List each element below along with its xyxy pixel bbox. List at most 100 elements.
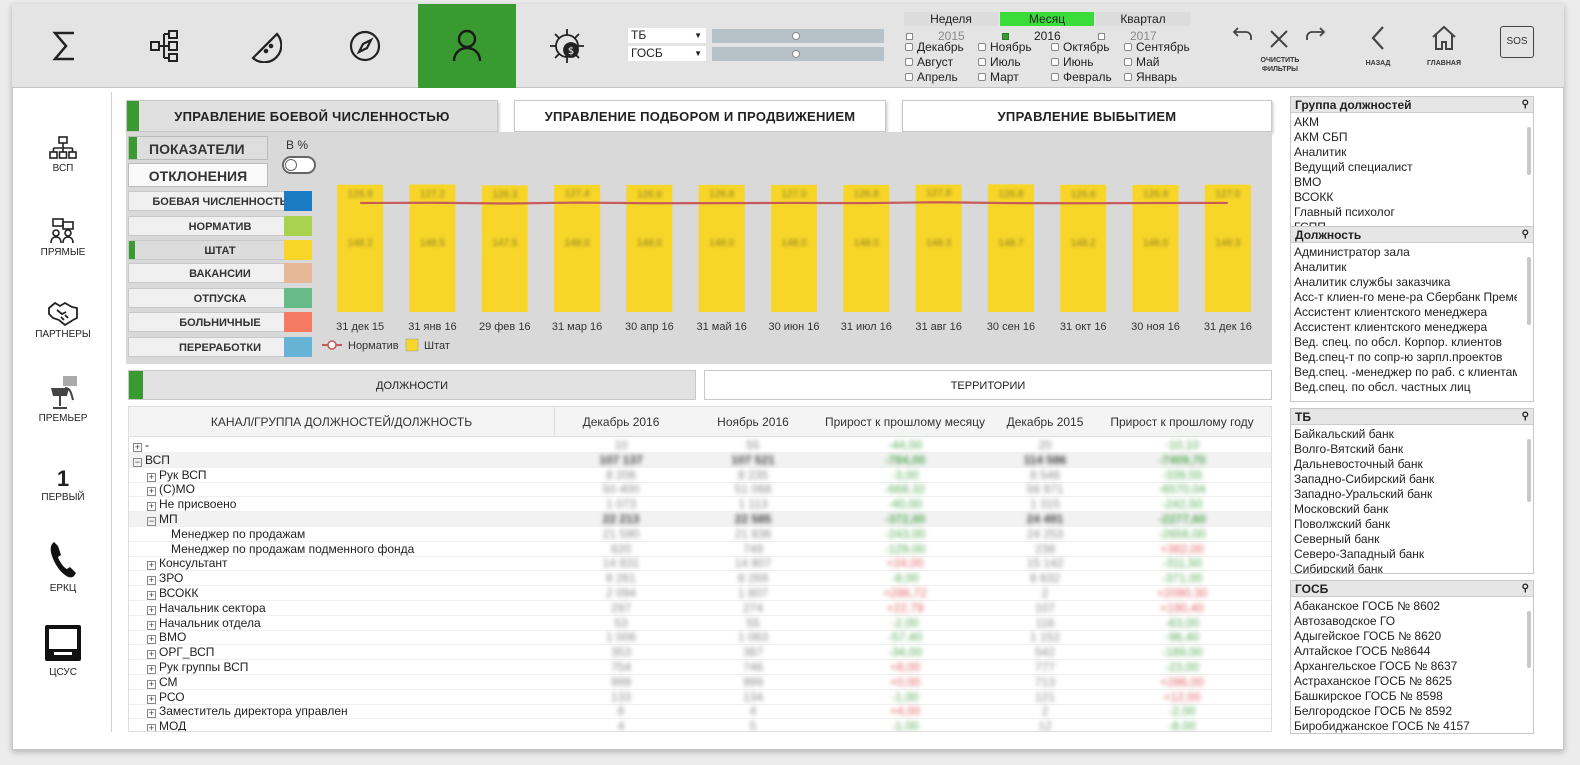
filter-list-item[interactable]: Астраханское ГОСБ № 8625 [1291, 674, 1517, 689]
month-checkbox[interactable]: Август [905, 55, 953, 69]
sidebar-item-first[interactable]: 1 ПЕРВЫЙ [14, 466, 112, 503]
gosb-select[interactable]: ГОСБ ▼ [628, 46, 706, 61]
sidebar-item-direct[interactable]: ПРЯМЫЕ [14, 218, 112, 258]
checkbox[interactable] [978, 73, 986, 81]
search-icon[interactable]: ⚲ [1522, 581, 1529, 597]
table-row[interactable]: + ВСОКК 2 094 1 807 +286,72 2 +2090,30 [129, 586, 1271, 601]
legend-overtime[interactable]: ПЕРЕРАБОТКИ [128, 337, 312, 357]
table-row[interactable]: + МОД 4 5 -1,00 12 -8,00 [129, 719, 1271, 731]
expand-icon[interactable]: + [147, 620, 156, 630]
month-checkbox[interactable]: Декабрь [905, 40, 964, 54]
filter-list-item[interactable]: Биробиджанское ГОСБ № 4157 [1291, 719, 1517, 733]
user-icon[interactable] [418, 4, 516, 88]
filter-list-item[interactable]: Башкирское ГОСБ № 8598 [1291, 689, 1517, 704]
filter-list-item[interactable]: Ассистент клиентского менеджера [1291, 305, 1517, 320]
table-row[interactable]: − ВСП 107 137 107 521 -784,00 114 586 -7409,70 [129, 452, 1271, 468]
table-row[interactable]: + ВМО 1 006 1 063 -57,40 1 152 -96,40 [129, 630, 1271, 646]
filter-list-item[interactable]: Волго-Вятский банк [1291, 442, 1517, 457]
home-icon[interactable] [1430, 24, 1458, 57]
filter-list-item[interactable]: Абаканское ГОСБ № 8602 [1291, 599, 1517, 614]
period-week[interactable]: Неделя [904, 12, 998, 26]
table-row[interactable]: + - 10 55 -44,00 20 -10,10 [129, 438, 1271, 453]
checkbox[interactable] [1002, 32, 1009, 40]
sos-button[interactable]: SOS [1500, 26, 1534, 58]
deviations-button[interactable]: ОТКЛОНЕНИЯ [128, 163, 268, 187]
slider-knob[interactable] [792, 32, 800, 40]
expand-icon[interactable]: + [147, 694, 156, 704]
tb-slider[interactable] [712, 29, 884, 43]
month-checkbox[interactable]: Октябрь [1051, 40, 1110, 54]
sidebar-item-premier[interactable]: ПРЕМЬЕР [14, 374, 112, 424]
legend-combat-strength[interactable]: БОЕВАЯ ЧИСЛЕННОСТЬ [128, 191, 312, 211]
filter-list-item[interactable]: Белгородское ГОСБ № 8592 [1291, 704, 1517, 719]
table-row[interactable]: + ОРГ_ВСП 353 387 -34,00 542 -189,00 [129, 645, 1271, 661]
filter-list-item[interactable]: АКМ [1291, 115, 1517, 130]
expand-icon[interactable]: + [147, 561, 156, 571]
filter-list-item[interactable]: Северный банк [1291, 532, 1517, 547]
hierarchy-icon[interactable] [116, 4, 214, 88]
filter-list-item[interactable]: Архангельское ГОСБ № 8637 [1291, 659, 1517, 674]
filter-list-item[interactable]: Алтайское ГОСБ №8644 [1291, 644, 1517, 659]
column-header[interactable]: Прирост к прошлому году [1099, 407, 1265, 437]
checkbox[interactable] [1051, 73, 1059, 81]
expand-icon[interactable]: + [147, 487, 156, 497]
filter-list-item[interactable]: Ассистент клиентского менеджера [1291, 320, 1517, 335]
column-header[interactable]: Прирост к прошлому месяцу [819, 407, 991, 437]
search-icon[interactable]: ⚲ [1522, 227, 1529, 243]
month-checkbox[interactable]: Апрель [905, 70, 958, 84]
expand-icon[interactable]: + [147, 679, 156, 689]
filter-list-item[interactable]: Вед.спец. по обсл. частных лиц [1291, 380, 1517, 395]
tb-select[interactable]: ТБ ▼ [628, 28, 706, 43]
month-checkbox[interactable]: Ноябрь [978, 40, 1032, 54]
checkbox[interactable] [1051, 58, 1059, 66]
scrollbar[interactable] [1527, 257, 1531, 325]
month-checkbox[interactable]: Февраль [1051, 70, 1112, 84]
filter-list-item[interactable]: Вед.спец. -менеджер по раб. с клиентам [1291, 365, 1517, 380]
table-row[interactable]: + РСО 133 134 -1,00 121 +12,00 [129, 690, 1271, 705]
legend-vacancies[interactable]: ВАКАНСИИ [128, 263, 312, 283]
clear-filters-label[interactable]: ОЧИСТИТЬ ФИЛЬТРЫ [1255, 56, 1305, 74]
home-label[interactable]: ГЛАВНАЯ [1420, 60, 1468, 67]
filter-list-item[interactable]: ВМО [1291, 175, 1517, 190]
column-header[interactable]: Ноябрь 2016 [687, 407, 819, 437]
checkbox[interactable] [905, 73, 913, 81]
table-row[interactable]: + СМ 999 999 +0,00 713 +286,00 [129, 675, 1271, 690]
expand-icon[interactable]: + [147, 709, 156, 719]
legend-vacations[interactable]: ОТПУСКА [128, 288, 312, 308]
filter-list-item[interactable]: ВСОКК [1291, 190, 1517, 205]
table-row[interactable]: Менеджер по продажам подменного фонда 620… [129, 542, 1271, 557]
month-checkbox[interactable]: Сентябрь [1124, 40, 1190, 54]
table-row[interactable]: + Заместитель директора управлен 8 4 +4,00 2 -… [129, 704, 1271, 720]
column-header[interactable]: Декабрь 2016 [555, 407, 687, 437]
checkbox[interactable] [978, 43, 986, 51]
checkbox[interactable] [1098, 32, 1105, 40]
checkbox[interactable] [905, 58, 913, 66]
money-wheel-icon[interactable]: $ [518, 4, 616, 88]
clear-filters-icon[interactable] [1268, 28, 1290, 55]
table-row[interactable]: + (С)МО 50 400 51 068 -668,32 56 971 -6570,04 [129, 482, 1271, 498]
table-row[interactable]: + ЗРО 8 261 8 269 -8,00 8 632 -371,00 [129, 571, 1271, 587]
filter-list-item[interactable]: АКМ СБП [1291, 130, 1517, 145]
table-row[interactable]: + Начальник отдела 53 55 -2,00 116 -63,00 [129, 616, 1271, 631]
tab-positions[interactable]: ДОЛЖНОСТИ [128, 370, 696, 400]
sigma-icon[interactable] [16, 4, 114, 88]
tab-combat-strength[interactable]: УПРАВЛЕНИЕ БОЕВОЙ ЧИСЛЕННОСТЬЮ [126, 100, 498, 132]
back-label[interactable]: НАЗАД [1358, 60, 1398, 67]
column-header[interactable]: Декабрь 2015 [991, 407, 1099, 437]
scrollbar[interactable] [1527, 127, 1531, 175]
checkbox[interactable] [1124, 58, 1132, 66]
table-row[interactable]: − МП 22 213 22 585 -372,00 24 491 -2277,60 [129, 512, 1271, 527]
filter-list-item[interactable]: Московский банк [1291, 502, 1517, 517]
month-checkbox[interactable]: Январь [1124, 70, 1177, 84]
legend-staff[interactable]: ШТАТ [128, 240, 312, 260]
slider-knob[interactable] [792, 50, 800, 58]
expand-icon[interactable]: + [147, 502, 156, 512]
table-row[interactable]: + Не присвоено 1 073 1 113 -40,00 1 315 -242,5… [129, 497, 1271, 513]
search-icon[interactable]: ⚲ [1522, 409, 1529, 425]
filter-list-item[interactable]: Аналитик [1291, 145, 1517, 160]
filter-list-item[interactable]: Автозаводское ГО [1291, 614, 1517, 629]
table-row[interactable]: + Рук группы ВСП 754 746 +8,00 777 -23,00 [129, 660, 1271, 675]
table-row[interactable]: + Консультант 14 831 14 807 +24,00 15 142 -311… [129, 556, 1271, 572]
watermelon-icon[interactable] [216, 4, 314, 88]
filter-list-item[interactable]: Северо-Западный банк [1291, 547, 1517, 562]
